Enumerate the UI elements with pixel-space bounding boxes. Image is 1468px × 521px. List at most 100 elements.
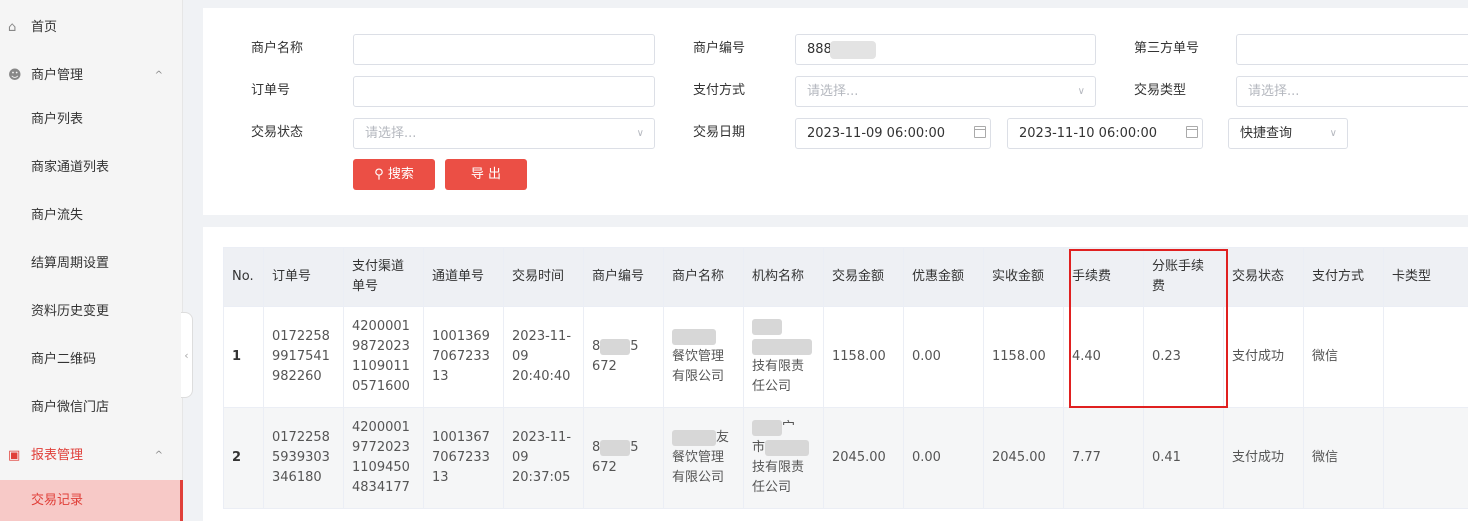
merchant-icon: ☻ (8, 68, 22, 83)
merchant-name-fragment: 友 (716, 430, 730, 445)
calendar-icon (974, 126, 986, 138)
cell-discount-amount: 0.00 (903, 306, 984, 408)
filter-panel: 商户名称 商户编号 888 第三方单号 订单号 支付方式 请选择... ∨ 交易类… (203, 8, 1468, 215)
merchant-id-part: 8 (592, 440, 601, 455)
table-header-row: No. 订单号 支付渠道单号 通道单号 交易时间 商户编号 商户名称 机构名称 … (223, 247, 1468, 307)
sidebar-item-settlement-cycle[interactable]: 结算周期设置 (0, 240, 183, 288)
sidebar-item-wechat-store[interactable]: 商户微信门店 (0, 384, 183, 432)
table-row[interactable]: 1 0172258 9917541 982260 4200001 9872023… (223, 306, 1468, 408)
col-header-trade-time: 交易时间 (503, 247, 584, 307)
cell-fee: 7.77 (1063, 407, 1144, 509)
chevron-up-icon: ^ (154, 70, 163, 81)
pay-method-select[interactable]: 请选择... ∨ (795, 76, 1096, 107)
col-header-channel-no: 通道单号 (423, 247, 504, 307)
cell-org-name: 宀市技有限责 任公司 (743, 407, 824, 509)
sidebar-item-merchant-churn[interactable]: 商户流失 (0, 192, 183, 240)
sidebar-item-transaction-records[interactable]: 交易记录 (0, 480, 183, 521)
sidebar-item-home[interactable]: ⌂ 首页 (0, 4, 183, 52)
cell-no: 1 (223, 306, 264, 408)
redacted-blur (672, 429, 716, 446)
merchant-id-part: 5 (630, 440, 639, 455)
cell-pay-method: 微信 (1303, 306, 1384, 408)
third-party-no-input[interactable] (1236, 34, 1468, 65)
col-header-order-no: 订单号 (263, 247, 344, 307)
col-header-card-type: 卡类型 (1383, 247, 1468, 307)
org-name-fragment: 宀 (782, 420, 796, 435)
merchant-name-text: 餐饮管理 有限公司 (672, 450, 725, 485)
date-start-value: 2023-11-09 06:00:00 (807, 126, 946, 141)
cell-trade-amount: 1158.00 (823, 306, 904, 408)
table-row[interactable]: 2 0172258 5939303 346180 4200001 9772023… (223, 407, 1468, 509)
redacted-blur (600, 439, 631, 456)
sidebar: ⌂ 首页 ☻ 商户管理 ^ 商户列表 商家通道列表 商户流失 结算周期设置 资料… (0, 0, 183, 521)
date-end-value: 2023-11-10 06:00:00 (1019, 126, 1158, 141)
search-button-label: 搜索 (387, 167, 414, 182)
trade-status-placeholder: 请选择... (365, 126, 417, 141)
redacted-blur (829, 40, 876, 59)
sidebar-item-label: 交易记录 (31, 493, 84, 508)
transactions-table: No. 订单号 支付渠道单号 通道单号 交易时间 商户编号 商户名称 机构名称 … (223, 247, 1468, 509)
sidebar-item-merchant-management[interactable]: ☻ 商户管理 ^ (0, 52, 183, 100)
redacted-blur (752, 419, 782, 436)
chevron-down-icon: ∨ (1329, 128, 1337, 139)
col-header-pay-method: 支付方式 (1303, 247, 1384, 307)
cell-merchant-id: 8 5 672 (583, 306, 664, 408)
merchant-id-value: 888 (807, 42, 832, 57)
sidebar-collapse-handle[interactable]: ‹ (181, 312, 193, 398)
sidebar-item-profile-history[interactable]: 资料历史变更 (0, 288, 183, 336)
trade-type-select[interactable]: 请选择... (1236, 76, 1468, 107)
date-start-input[interactable]: 2023-11-09 06:00:00 (795, 118, 991, 149)
cell-merchant-id: 8 5 672 (583, 407, 664, 509)
redacted-blur (672, 328, 716, 345)
calendar-icon (1186, 126, 1198, 138)
cell-status: 支付成功 (1223, 407, 1304, 509)
pay-method-placeholder: 请选择... (807, 84, 859, 99)
cell-no: 2 (223, 407, 264, 509)
sidebar-item-merchant-channel-list[interactable]: 商家通道列表 (0, 144, 183, 192)
merchant-id-part: 8 (592, 339, 601, 354)
merchant-id-label: 商户编号 (693, 41, 746, 56)
sidebar-item-label: 商户流失 (31, 208, 84, 223)
cell-status: 支付成功 (1223, 306, 1304, 408)
cell-fee: 4.40 (1063, 306, 1144, 408)
order-no-label: 订单号 (251, 83, 291, 98)
date-end-input[interactable]: 2023-11-10 06:00:00 (1007, 118, 1203, 149)
cell-channel-no: 1001369 7067233 13 (423, 306, 504, 408)
sidebar-item-report-management[interactable]: ▣ 报表管理 ^ (0, 432, 183, 480)
cell-card-type (1383, 306, 1468, 408)
col-header-received-amount: 实收金额 (983, 247, 1064, 307)
merchant-id-part: 672 (592, 460, 617, 475)
col-header-fee: 手续费 (1063, 247, 1144, 307)
merchant-id-part: 672 (592, 359, 617, 374)
cell-trade-time: 2023-11- 09 20:37:05 (503, 407, 584, 509)
sidebar-item-merchant-list[interactable]: 商户列表 (0, 96, 183, 144)
org-name-text: 技有限责 任公司 (752, 460, 805, 495)
merchant-name-label: 商户名称 (251, 41, 304, 56)
sidebar-item-label: 商家通道列表 (31, 160, 110, 175)
third-party-no-label: 第三方单号 (1134, 41, 1200, 56)
cell-org-name: 技有限责 任公司 (743, 306, 824, 408)
chevron-down-icon: ∨ (1077, 86, 1085, 97)
org-name-text: 技有限责 任公司 (752, 359, 805, 394)
trade-status-label: 交易状态 (251, 125, 304, 140)
trade-status-select[interactable]: 请选择... ∨ (353, 118, 655, 149)
redacted-blur (600, 338, 631, 355)
merchant-id-input[interactable]: 888 (795, 34, 1096, 65)
cell-pay-channel-no: 4200001 9872023 1109011 0571600 (343, 306, 424, 408)
sidebar-item-merchant-qrcode[interactable]: 商户二维码 (0, 336, 183, 384)
sidebar-item-label: 结算周期设置 (31, 256, 110, 271)
sidebar-item-label: 商户二维码 (31, 352, 97, 367)
order-no-input[interactable] (353, 76, 655, 107)
sidebar-item-label: 首页 (31, 20, 58, 35)
quick-query-select[interactable]: 快捷查询 ∨ (1228, 118, 1348, 149)
search-button[interactable]: ⚲ 搜索 (353, 159, 435, 190)
redacted-blur (752, 338, 812, 355)
col-header-pay-channel-no: 支付渠道单号 (343, 247, 424, 307)
cell-received-amount: 1158.00 (983, 306, 1064, 408)
merchant-name-input[interactable] (353, 34, 655, 65)
export-button[interactable]: 导 出 (445, 159, 527, 190)
trade-type-placeholder: 请选择... (1248, 84, 1300, 99)
report-icon: ▣ (8, 448, 21, 463)
col-header-discount-amount: 优惠金额 (903, 247, 984, 307)
cell-split-fee: 0.23 (1143, 306, 1224, 408)
